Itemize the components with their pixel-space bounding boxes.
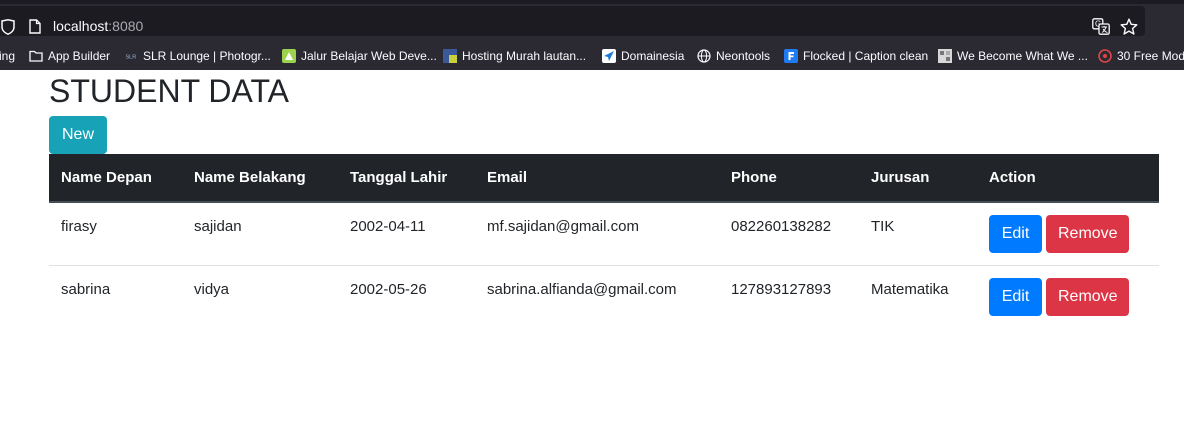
- url-field[interactable]: localhost:8080 G: [0, 6, 1145, 36]
- url-port: :8080: [108, 18, 144, 34]
- url-host: localhost: [53, 18, 109, 34]
- globe-icon: [697, 49, 711, 63]
- bookmark-item[interactable]: We Become What We ...: [938, 48, 1088, 64]
- cell-phone: 127893127893: [731, 280, 832, 298]
- column-header-email: Email: [475, 154, 719, 203]
- cell-name-belakang: vidya: [194, 280, 230, 298]
- bookmark-label: We Become What We ...: [957, 49, 1088, 63]
- bookmark-label: Domainesia: [621, 49, 685, 63]
- cell-jurusan: Matematika: [871, 280, 949, 298]
- new-student-button[interactable]: New: [49, 116, 107, 154]
- column-header-name-depan: Name Depan: [49, 154, 182, 203]
- cell-action: Edit Remove: [977, 265, 1159, 328]
- bookmark-item[interactable]: 30 Free Mod: [1098, 48, 1184, 64]
- bookmark-star-icon[interactable]: [1120, 18, 1138, 36]
- translate-icon[interactable]: G: [1092, 18, 1110, 35]
- column-header-action: Action: [977, 154, 1159, 203]
- browser-address-bar: localhost:8080 G: [0, 0, 1184, 40]
- student-table: Name Depan Name Belakang Tanggal Lahir E…: [49, 154, 1159, 328]
- shield-icon[interactable]: [0, 19, 16, 35]
- cell-email: mf.sajidan@gmail.com: [487, 218, 639, 235]
- domainesia-icon: [602, 49, 616, 63]
- bookmark-folder-app-builder[interactable]: App Builder: [29, 48, 110, 64]
- hosting-icon: [443, 49, 457, 63]
- table-header-row: Name Depan Name Belakang Tanggal Lahir E…: [49, 154, 1159, 203]
- edit-button[interactable]: Edit: [989, 277, 1042, 316]
- mod-icon: [1098, 49, 1112, 63]
- cell-tanggal-lahir: 2002-04-11: [350, 218, 426, 235]
- bookmarks-toolbar: ing App Builder SLR SLR Lounge | Photogr…: [0, 40, 1184, 70]
- remove-button[interactable]: Remove: [1046, 277, 1129, 316]
- svg-text:SLR: SLR: [126, 55, 137, 61]
- table-header: Name Depan Name Belakang Tanggal Lahir E…: [49, 154, 1159, 203]
- folder-icon: [29, 50, 43, 62]
- bookmark-label: Neontools: [716, 49, 771, 63]
- bookmark-label: Jalur Belajar Web Deve...: [301, 49, 437, 63]
- table-row: firasy sajidan 2002-04-11 mf.sajidan@gma…: [49, 202, 1159, 265]
- slr-icon: SLR: [125, 50, 137, 62]
- game-icon: [938, 49, 952, 63]
- column-header-name-belakang: Name Belakang: [182, 154, 338, 203]
- cell-jurusan: TIK: [871, 218, 895, 235]
- bookmark-item[interactable]: Domainesia: [602, 48, 684, 64]
- column-header-tanggal-lahir: Tanggal Lahir: [338, 154, 475, 203]
- bookmark-label: SLR Lounge | Photogr...: [143, 49, 271, 63]
- bookmark-item[interactable]: Neontools: [697, 48, 770, 64]
- cell-phone: 082260138282: [731, 218, 832, 235]
- bookmark-label: Hosting Murah lautan...: [462, 49, 587, 63]
- cell-action: Edit Remove: [977, 202, 1159, 265]
- bookmark-item[interactable]: SLR SLR Lounge | Photogr...: [124, 48, 271, 64]
- edit-button[interactable]: Edit: [989, 215, 1042, 253]
- cell-email: sabrina.alfianda@gmail.com: [487, 280, 677, 298]
- cell-name-belakang: sajidan: [194, 218, 242, 235]
- bookmark-label: App Builder: [48, 49, 111, 63]
- page-title: STUDENT DATA: [49, 73, 290, 109]
- url-text[interactable]: localhost:8080: [53, 18, 143, 34]
- column-header-jurusan: Jurusan: [859, 154, 977, 203]
- green-icon: [282, 49, 296, 63]
- cell-name-depan: sabrina: [61, 280, 111, 298]
- remove-button[interactable]: Remove: [1046, 215, 1129, 253]
- bookmark-item[interactable]: Jalur Belajar Web Deve...: [282, 48, 437, 64]
- bookmark-item[interactable]: ing: [0, 48, 15, 64]
- column-header-phone: Phone: [719, 154, 859, 203]
- bookmark-item[interactable]: Flocked | Caption clean: [784, 48, 928, 64]
- cell-name-depan: firasy: [61, 218, 97, 235]
- table-row: sabrina vidya 2002-05-26 sabrina.alfiand…: [49, 265, 1159, 328]
- bookmark-label: 30 Free Mod: [1117, 49, 1184, 63]
- bookmark-label: Flocked | Caption clean: [803, 49, 929, 63]
- bookmark-label: ing: [0, 49, 16, 63]
- tab-strip-edge: [0, 0, 1184, 4]
- cell-tanggal-lahir: 2002-05-26: [350, 280, 427, 298]
- flocked-icon: [784, 49, 798, 63]
- page-icon: [29, 19, 41, 34]
- bookmark-item[interactable]: Hosting Murah lautan...: [443, 48, 586, 64]
